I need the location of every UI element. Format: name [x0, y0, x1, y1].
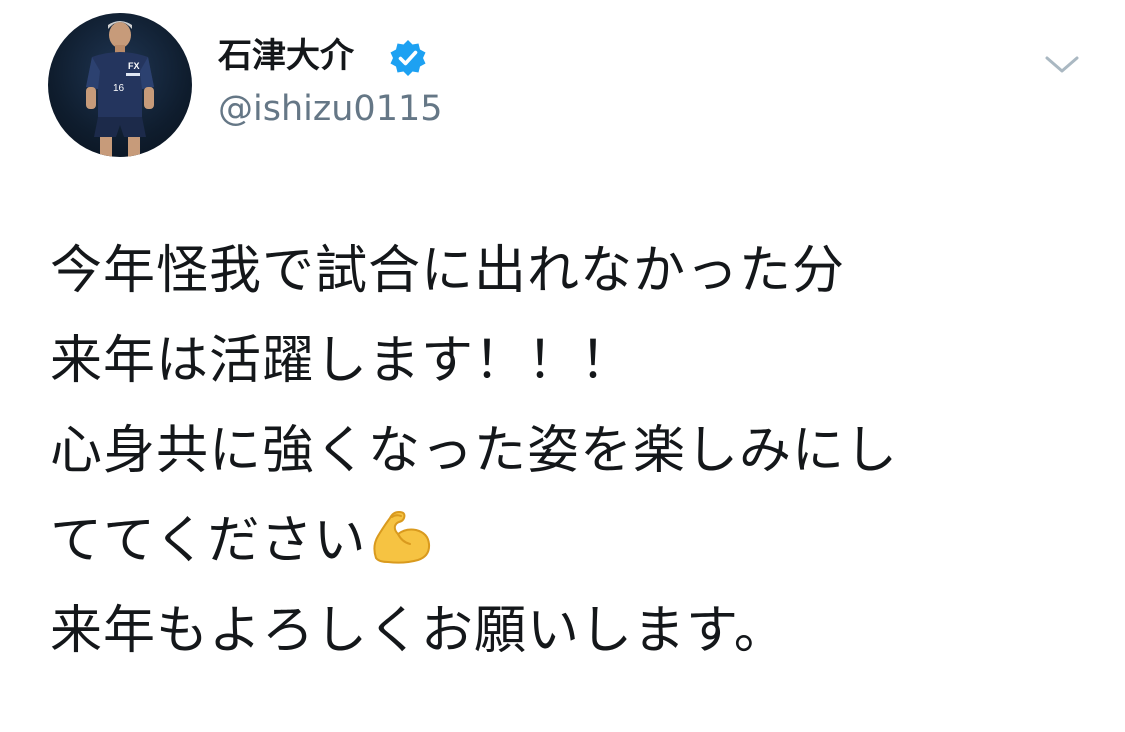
display-name[interactable]: 石津大介	[218, 34, 354, 78]
avatar[interactable]: FX 16	[48, 13, 192, 157]
flexed-biceps-icon	[373, 510, 431, 564]
player-avatar-icon: FX 16	[86, 21, 154, 157]
verified-badge-icon	[390, 40, 426, 76]
handle[interactable]: @ishizu0115	[218, 86, 443, 132]
chevron-down-icon[interactable]	[1040, 46, 1084, 82]
tweet: FX 16 石津大介 @ishizu0115 今年怪我で試合に出れなかった分 来…	[0, 0, 1125, 732]
tweet-line: 今年怪我で試合に出れなかった分	[50, 241, 846, 301]
tweet-line: 来年もよろしくお願いします。	[50, 601, 787, 661]
svg-text:FX: FX	[128, 61, 140, 71]
tweet-text: 今年怪我で試合に出れなかった分 来年は活躍します！！！ 心身共に強くなった姿を楽…	[50, 226, 1110, 676]
tweet-line-with-emoji: ててください	[50, 496, 1110, 586]
tweet-line: ててください	[50, 511, 367, 571]
tweet-line: 来年は活躍します！！！	[50, 331, 634, 391]
tweet-line: 心身共に強くなった姿を楽しみにし	[50, 421, 899, 481]
jersey-number: 16	[113, 83, 125, 94]
